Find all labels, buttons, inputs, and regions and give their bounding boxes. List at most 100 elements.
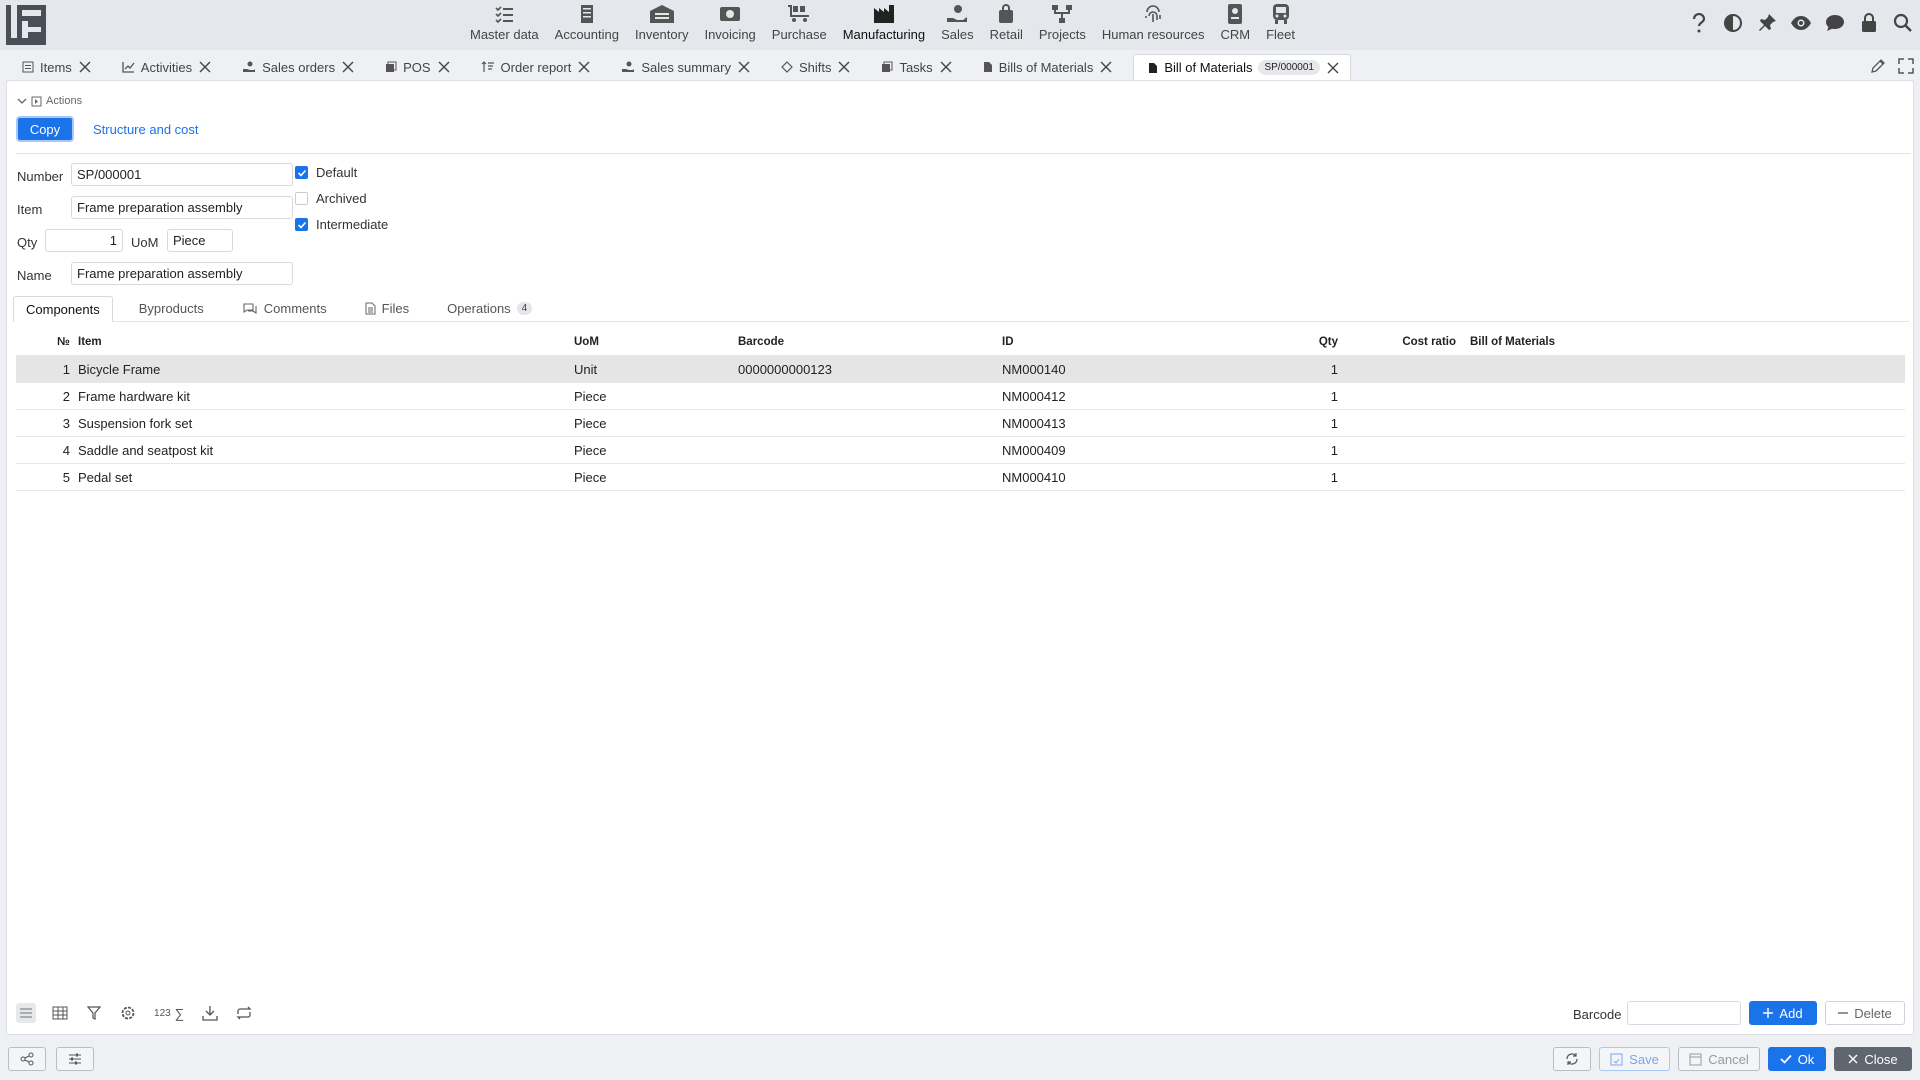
cell-id: NM000409	[1002, 443, 1066, 458]
search-icon[interactable]	[1892, 12, 1914, 34]
tab-order-report[interactable]: Order report	[461, 54, 602, 80]
settings-button[interactable]	[56, 1047, 94, 1071]
tab-bill-of-materials[interactable]: Bill of Materials SP/000001	[1133, 54, 1351, 80]
tab-pos[interactable]: POS	[365, 54, 460, 80]
table-row[interactable]: 3 Suspension fork set Piece NM000413 1	[16, 410, 1905, 437]
tab-label: Comments	[263, 301, 327, 316]
tab-sales-summary[interactable]: Sales summary	[601, 54, 761, 80]
tab-tasks[interactable]: Tasks	[861, 54, 962, 80]
tab-shifts[interactable]: Shifts	[761, 54, 862, 80]
tab-sales-orders[interactable]: Sales orders	[222, 54, 365, 80]
add-button[interactable]: Add	[1749, 1001, 1817, 1025]
module-purchase[interactable]: Purchase	[764, 0, 835, 50]
save-button[interactable]: Save	[1599, 1047, 1670, 1071]
cancel-button[interactable]: Cancel	[1678, 1047, 1760, 1071]
table-row[interactable]: 4 Saddle and seatpost kit Piece NM000409…	[16, 437, 1905, 464]
header-cost-ratio[interactable]: Cost ratio	[1326, 329, 1456, 356]
module-sales[interactable]: Sales	[933, 0, 982, 50]
download-icon[interactable]	[200, 1003, 220, 1023]
delete-button[interactable]: Delete	[1825, 1001, 1905, 1025]
cell-qty: 1	[1330, 362, 1338, 377]
default-checkbox[interactable]: Default	[295, 165, 357, 180]
module-human-resources[interactable]: Human resources	[1094, 0, 1213, 50]
close-icon[interactable]	[437, 60, 451, 74]
settings-gear-icon[interactable]	[118, 1003, 138, 1023]
close-icon[interactable]	[577, 60, 591, 74]
qty-field[interactable]	[45, 229, 123, 252]
module-label: Sales	[941, 27, 974, 42]
module-inventory[interactable]: Inventory	[627, 0, 696, 50]
item-field[interactable]	[71, 196, 293, 219]
barcode-input[interactable]	[1627, 1001, 1741, 1025]
close-icon[interactable]	[198, 60, 212, 74]
table-row[interactable]: 1 Bicycle Frame Unit 0000000000123 NM000…	[16, 356, 1905, 383]
table-row[interactable]: 5 Pedal set Piece NM000410 1	[16, 464, 1905, 491]
actions-toggle[interactable]: Actions	[17, 95, 82, 107]
refresh-button[interactable]	[1553, 1047, 1591, 1071]
close-icon[interactable]	[737, 60, 751, 74]
number-field[interactable]	[71, 163, 293, 186]
totals-toggle[interactable]: 123 ∑	[152, 1003, 186, 1023]
repeat-icon[interactable]	[234, 1003, 254, 1023]
module-invoicing[interactable]: Invoicing	[696, 0, 763, 50]
grid-view-icon[interactable]	[50, 1003, 70, 1023]
hand-coin-icon	[622, 61, 635, 72]
pin-icon[interactable]	[1756, 12, 1778, 34]
share-button[interactable]	[8, 1047, 46, 1071]
fullscreen-icon[interactable]	[1898, 58, 1914, 77]
module-crm[interactable]: CRM	[1212, 0, 1258, 50]
module-manufacturing[interactable]: Manufacturing	[835, 0, 933, 50]
copy-button[interactable]: Copy	[16, 116, 74, 142]
badge-icon	[1228, 4, 1243, 24]
close-icon[interactable]	[1326, 61, 1340, 75]
module-projects[interactable]: Projects	[1031, 0, 1094, 50]
tab-bills-of-materials[interactable]: Bills of Materials	[963, 54, 1124, 80]
checklist-icon	[495, 6, 514, 24]
edit-icon[interactable]	[1870, 58, 1886, 77]
intermediate-checkbox[interactable]: Intermediate	[295, 217, 388, 232]
footer-bar: Save Cancel Ok Close	[0, 1040, 1920, 1080]
tab-files[interactable]: Files	[353, 296, 421, 321]
header-bill-of-materials[interactable]: Bill of Materials	[1470, 329, 1555, 356]
module-accounting[interactable]: Accounting	[547, 0, 627, 50]
header-number[interactable]: №	[16, 329, 70, 356]
tab-components[interactable]: Components	[13, 296, 113, 322]
close-button[interactable]: Close	[1834, 1047, 1912, 1071]
module-retail[interactable]: Retail	[982, 0, 1031, 50]
tab-items[interactable]: Items	[0, 54, 102, 80]
tab-activities[interactable]: Activities	[102, 54, 222, 80]
close-icon[interactable]	[939, 60, 953, 74]
cart-icon	[788, 5, 810, 22]
bag-icon	[999, 4, 1014, 23]
eye-icon[interactable]	[1790, 12, 1812, 34]
tab-operations[interactable]: Operations 4	[435, 296, 544, 321]
ok-button[interactable]: Ok	[1768, 1047, 1826, 1071]
filter-icon[interactable]	[84, 1003, 104, 1023]
header-uom[interactable]: UoM	[574, 329, 599, 356]
archived-checkbox[interactable]: Archived	[295, 191, 367, 206]
header-item[interactable]: Item	[78, 329, 102, 356]
tab-comments[interactable]: Comments	[230, 296, 339, 321]
header-qty[interactable]: Qty	[1206, 329, 1338, 356]
header-barcode[interactable]: Barcode	[738, 329, 784, 356]
cell-number: 5	[62, 470, 70, 485]
close-icon[interactable]	[837, 60, 851, 74]
close-icon[interactable]	[78, 60, 92, 74]
tab-byproducts[interactable]: Byproducts	[127, 296, 216, 321]
structure-and-cost-link[interactable]: Structure and cost	[93, 122, 199, 137]
name-field[interactable]	[71, 262, 293, 285]
module-master-data[interactable]: Master data	[462, 0, 547, 50]
chat-icon[interactable]	[1824, 12, 1846, 34]
contrast-icon[interactable]	[1722, 12, 1744, 34]
help-icon[interactable]	[1688, 12, 1710, 34]
header-id[interactable]: ID	[1002, 329, 1014, 356]
close-icon[interactable]	[1099, 60, 1113, 74]
lock-icon[interactable]	[1858, 12, 1880, 34]
uom-field[interactable]	[167, 229, 233, 252]
list-view-icon[interactable]	[16, 1003, 36, 1023]
bus-icon	[1272, 4, 1289, 24]
close-icon[interactable]	[341, 60, 355, 74]
table-row[interactable]: 2 Frame hardware kit Piece NM000412 1	[16, 383, 1905, 410]
module-fleet[interactable]: Fleet	[1258, 0, 1303, 50]
app-logo[interactable]	[0, 0, 52, 50]
